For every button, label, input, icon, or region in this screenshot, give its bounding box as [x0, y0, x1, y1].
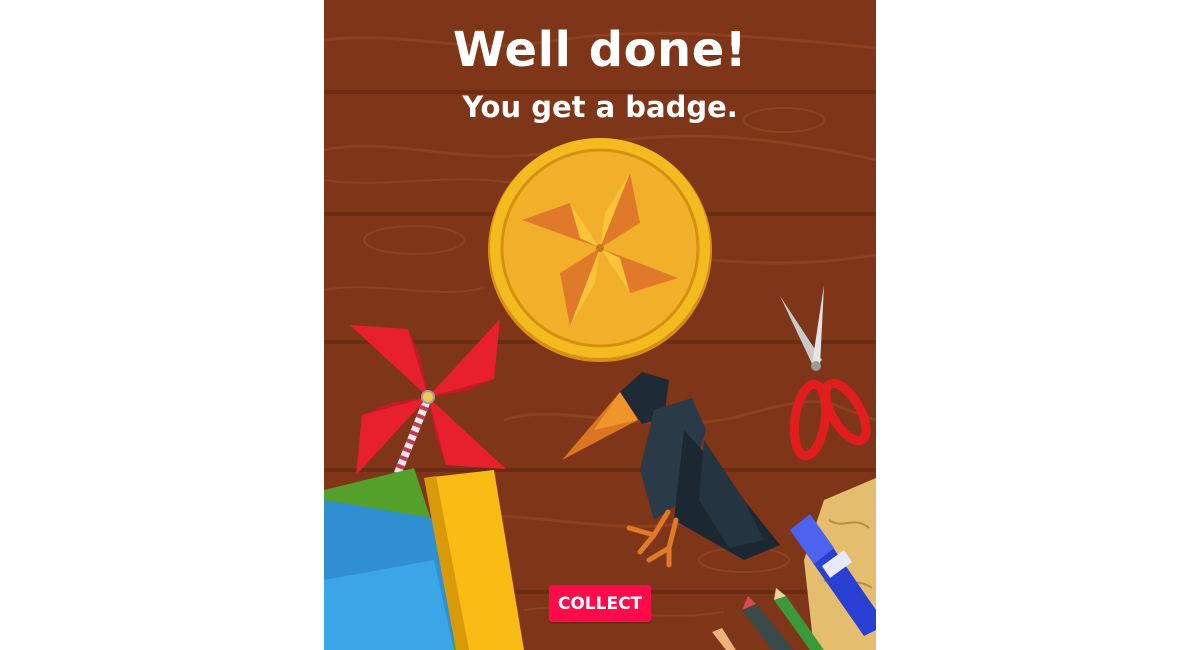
celebration-heading: Well done!	[452, 22, 748, 78]
celebration-subheading: You get a badge.	[462, 90, 738, 124]
collect-button[interactable]: COLLECT	[549, 585, 651, 622]
game-stage: Well done! You get a badge. COLLECT	[324, 0, 876, 650]
